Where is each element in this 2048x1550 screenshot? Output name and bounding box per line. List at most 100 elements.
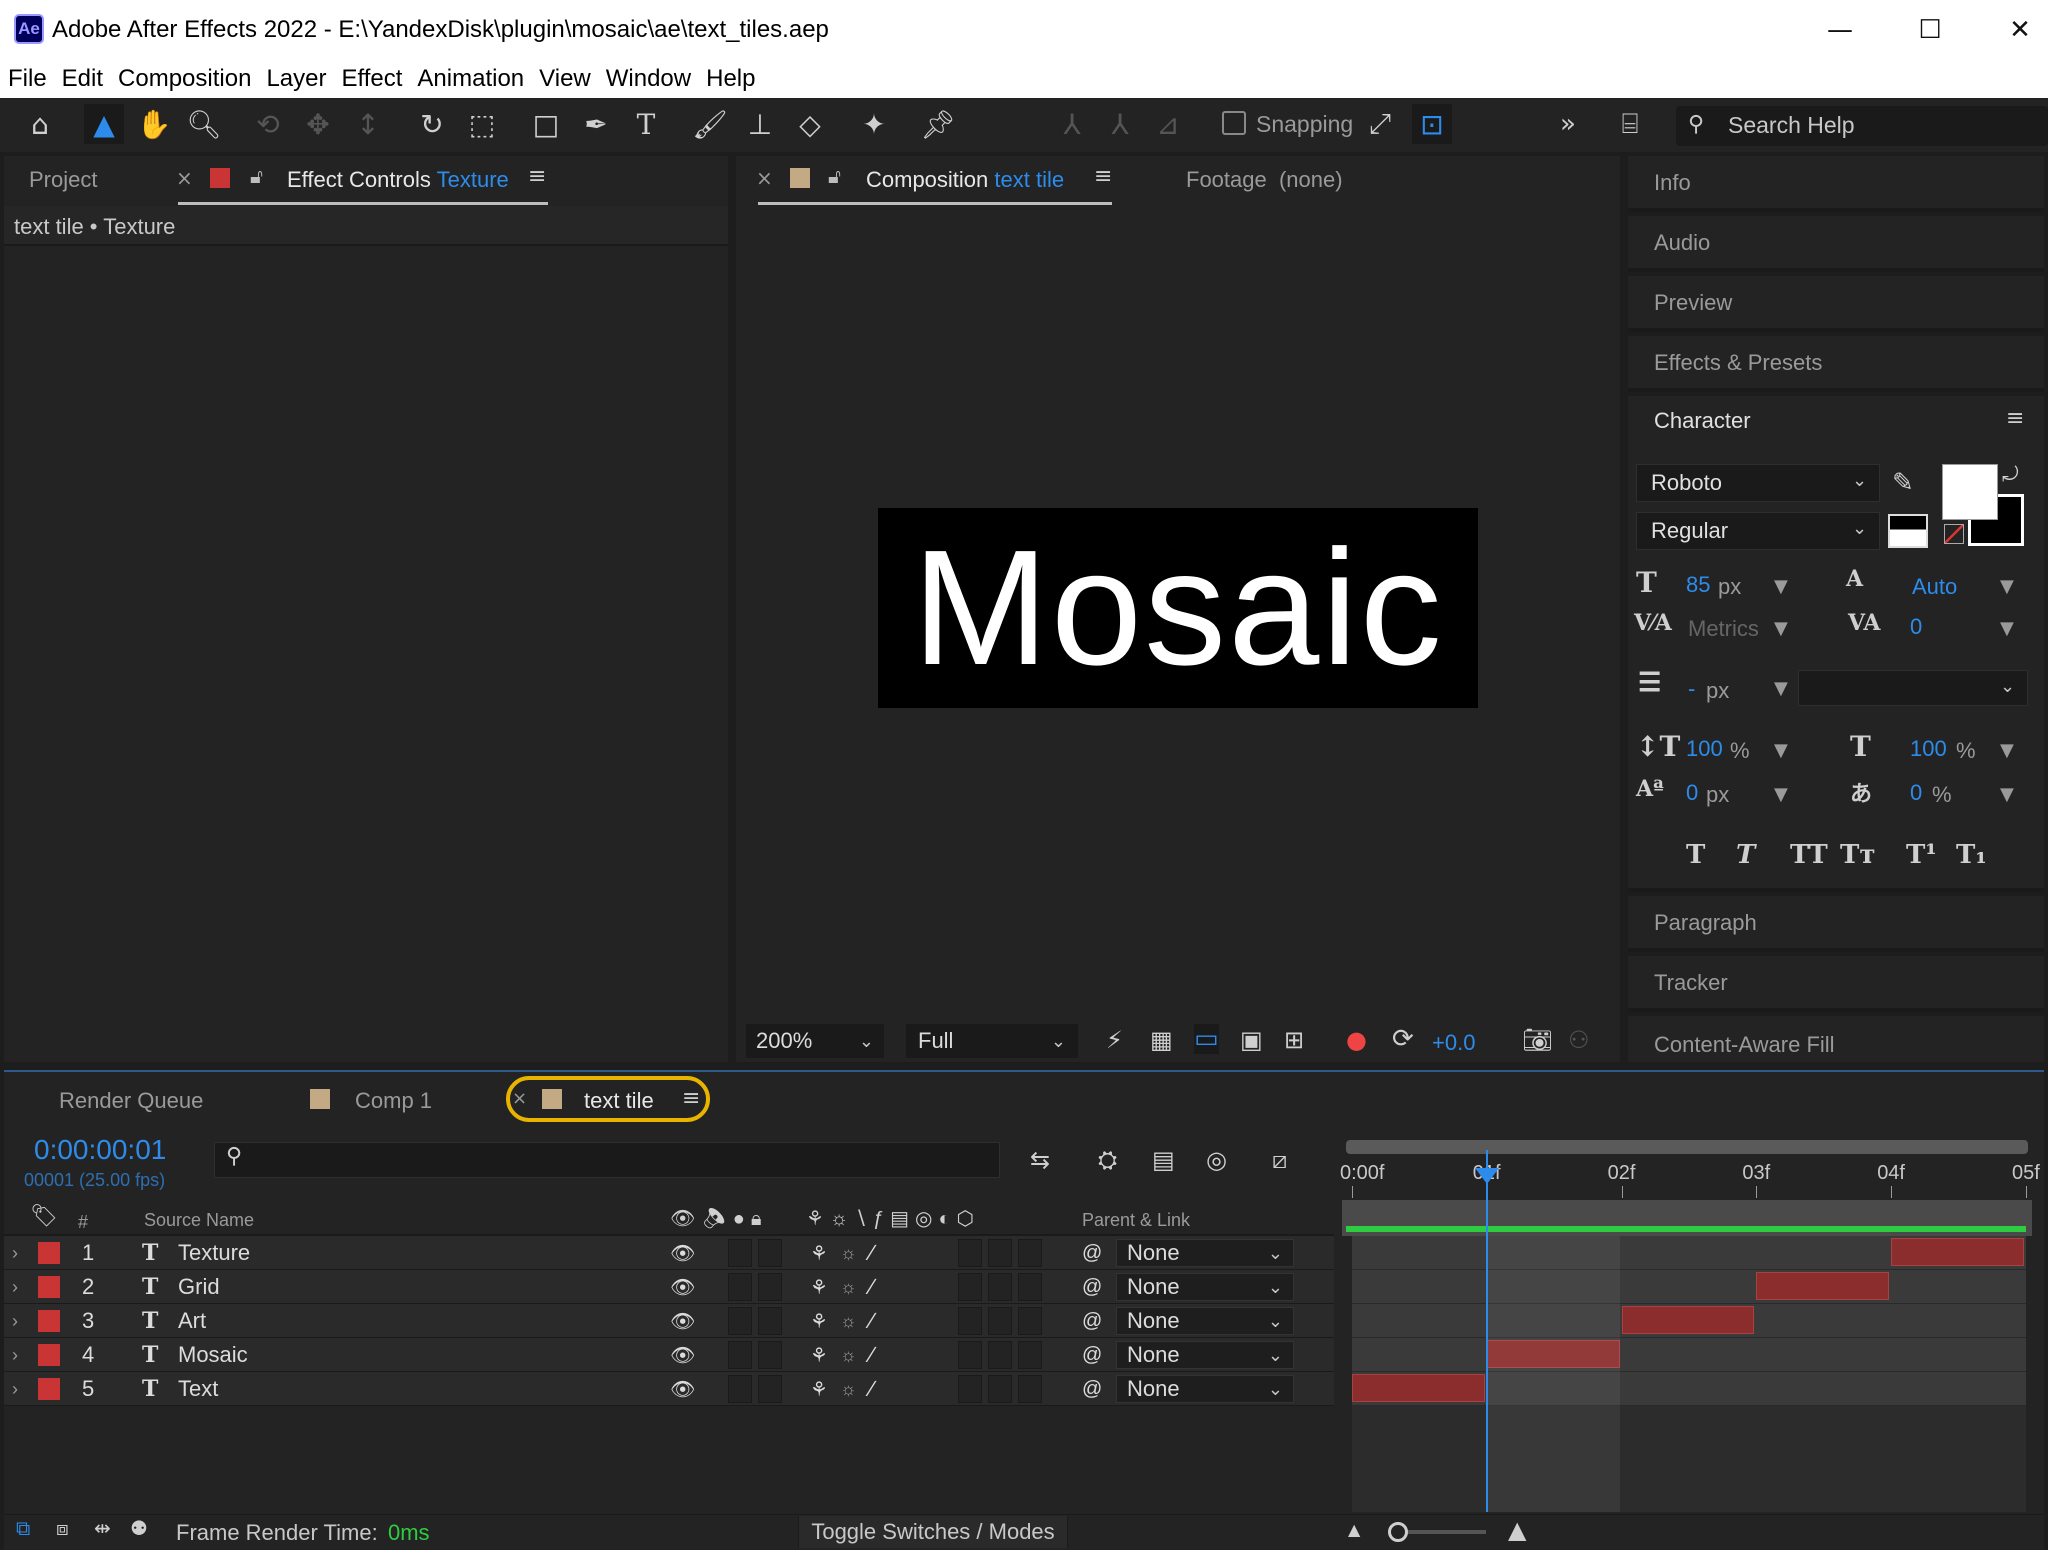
shy-icon[interactable]: ⚘	[810, 1304, 828, 1338]
column-source-name[interactable]: Source Name	[144, 1210, 254, 1231]
effect-switch[interactable]	[958, 1273, 982, 1301]
axis-view-icon[interactable]: ⊿	[1148, 104, 1188, 144]
motion-blur-switch[interactable]	[988, 1239, 1012, 1267]
quality-icon[interactable]: ∕	[870, 1338, 874, 1372]
panel-menu-icon[interactable]: ≡	[528, 164, 546, 189]
snap-edges-icon[interactable]: ⤢	[1360, 104, 1400, 144]
solo-switch[interactable]	[728, 1341, 752, 1369]
lock-icon[interactable]: 🔓︎	[828, 164, 841, 188]
home-icon[interactable]: ⌂	[20, 104, 60, 144]
adjustment-switch[interactable]	[1018, 1307, 1042, 1335]
layer-search-input[interactable]	[214, 1142, 1000, 1178]
eye-icon[interactable]: 👁︎	[670, 1236, 695, 1270]
vertical-scale-value[interactable]: 100	[1686, 736, 1723, 762]
expand-chevron-icon[interactable]: ›	[12, 1270, 18, 1304]
type-tool-icon[interactable]: T	[626, 104, 666, 144]
layer-name[interactable]: Mosaic	[178, 1338, 248, 1372]
pen-tool-icon[interactable]: ✒	[576, 104, 616, 144]
tsume-dropdown-icon[interactable]: ▼	[2000, 784, 2014, 805]
lock-switch[interactable]	[758, 1375, 782, 1403]
panel-content-aware-fill[interactable]: Content-Aware Fill	[1628, 1016, 2044, 1062]
layer-duration-bar[interactable]	[1352, 1374, 1485, 1402]
layer-label-color[interactable]	[38, 1236, 60, 1270]
pick-whip-icon[interactable]: @	[1082, 1236, 1102, 1270]
graph-editor-icon[interactable]: ⧄	[1272, 1146, 1287, 1174]
close-tab-icon[interactable]: ×	[512, 1088, 527, 1109]
menu-effect[interactable]: Effect	[341, 65, 402, 93]
leading-value[interactable]: Auto	[1912, 574, 1957, 600]
baseline-shift-dropdown-icon[interactable]: ▼	[1774, 784, 1788, 805]
layer-row[interactable]: › 5 T Text 👁︎ ⚘ ☼ ∕ @ None ⌄	[4, 1372, 1334, 1406]
panel-menu-icon[interactable]: ≡	[1094, 164, 1112, 189]
faux-italic-button[interactable]: T	[1736, 840, 1755, 870]
panel-effects-presets[interactable]: Effects & Presets	[1628, 336, 2044, 392]
motion-blur-switch[interactable]	[988, 1273, 1012, 1301]
no-fill-icon[interactable]	[1944, 524, 1964, 544]
panel-paragraph[interactable]: Paragraph	[1628, 896, 2044, 952]
stroke-width-value[interactable]: -	[1688, 676, 1695, 702]
parent-select[interactable]: None ⌄	[1116, 1307, 1294, 1335]
tracking-dropdown-icon[interactable]: ▼	[2000, 618, 2014, 639]
menu-animation[interactable]: Animation	[417, 65, 524, 93]
close-tab-icon[interactable]: ×	[176, 166, 193, 190]
lock-icon[interactable]: 🔓︎	[250, 164, 263, 188]
quality-icon[interactable]: ∕	[870, 1236, 874, 1270]
layer-label-color[interactable]	[38, 1338, 60, 1372]
panel-menu-icon[interactable]: ≡	[682, 1086, 700, 1111]
orbit-camera-icon[interactable]: ⟲	[248, 104, 288, 144]
panel-tracker[interactable]: Tracker	[1628, 956, 2044, 1012]
font-style-select[interactable]: Regular	[1636, 512, 1880, 550]
transparency-grid-icon[interactable]: ▦	[1150, 1026, 1173, 1054]
zoom-dropdown[interactable]: 200% ⌄	[746, 1024, 884, 1058]
expand-chevron-icon[interactable]: ›	[12, 1372, 18, 1406]
layer-label-color[interactable]	[38, 1270, 60, 1304]
render-time-toggle-icon[interactable]: ⚉	[130, 1516, 148, 1540]
quality-icon[interactable]: ∕	[870, 1372, 874, 1406]
snapping-checkbox[interactable]	[1222, 111, 1246, 135]
axis-world-icon[interactable]: ⅄	[1100, 104, 1140, 144]
collapse-icon[interactable]: ☼	[840, 1270, 857, 1304]
snap-features-icon[interactable]: ⊡	[1412, 104, 1452, 144]
solo-switch[interactable]	[728, 1239, 752, 1267]
effect-switch[interactable]	[958, 1307, 982, 1335]
layer-label-color[interactable]	[38, 1304, 60, 1338]
baseline-shift-value[interactable]: 0	[1686, 780, 1698, 806]
layer-name[interactable]: Art	[178, 1304, 206, 1338]
font-size-dropdown-icon[interactable]: ▼	[1774, 576, 1788, 597]
tab-render-queue[interactable]: Render Queue	[59, 1088, 203, 1114]
rectangle-tool-icon[interactable]: □	[526, 104, 566, 144]
menu-help[interactable]: Help	[706, 65, 755, 93]
workspace-icon[interactable]: ⌸	[1610, 104, 1650, 144]
solo-switch[interactable]	[728, 1273, 752, 1301]
resolution-dropdown[interactable]: Full ⌄	[906, 1024, 1078, 1058]
channels-icon[interactable]: ●	[1346, 1026, 1367, 1054]
adjustment-switch[interactable]	[1018, 1341, 1042, 1369]
dolly-camera-icon[interactable]: ↕	[348, 104, 388, 144]
zoom-slider-handle[interactable]	[1388, 1522, 1408, 1542]
menu-view[interactable]: View	[539, 65, 591, 93]
stroke-width-dropdown-icon[interactable]: ▼	[1774, 678, 1788, 699]
small-caps-button[interactable]: Tт	[1840, 840, 1875, 870]
pick-whip-icon[interactable]: @	[1082, 1372, 1102, 1406]
effect-switch[interactable]	[958, 1341, 982, 1369]
expand-chevron-icon[interactable]: ›	[12, 1236, 18, 1270]
motion-blur-switch[interactable]	[988, 1341, 1012, 1369]
toggle-switches-modes-button[interactable]: Toggle Switches / Modes	[798, 1516, 1068, 1548]
lock-switch[interactable]	[758, 1341, 782, 1369]
axis-local-icon[interactable]: ⅄	[1052, 104, 1092, 144]
eye-icon[interactable]: 👁︎	[670, 1372, 695, 1406]
font-family-select[interactable]: Roboto	[1636, 464, 1880, 502]
layer-duration-bar[interactable]	[1621, 1306, 1755, 1334]
playhead-line[interactable]	[1485, 1150, 1488, 1512]
parent-select[interactable]: None ⌄	[1116, 1341, 1294, 1369]
tab-project[interactable]: Project	[29, 167, 97, 193]
zoom-in-icon[interactable]: ▲	[1508, 1516, 1526, 1544]
puppet-pin-icon[interactable]: 📌︎	[918, 104, 958, 144]
tracking-value[interactable]: 0	[1910, 614, 1922, 640]
effect-switch[interactable]	[958, 1239, 982, 1267]
expand-toolbar-icon[interactable]: »	[1548, 104, 1588, 144]
lock-switch[interactable]	[758, 1239, 782, 1267]
layer-row[interactable]: › 2 T Grid 👁︎ ⚘ ☼ ∕ @ None ⌄	[4, 1270, 1334, 1304]
collapse-icon[interactable]: ☼	[840, 1338, 857, 1372]
layer-name[interactable]: Texture	[178, 1236, 250, 1270]
